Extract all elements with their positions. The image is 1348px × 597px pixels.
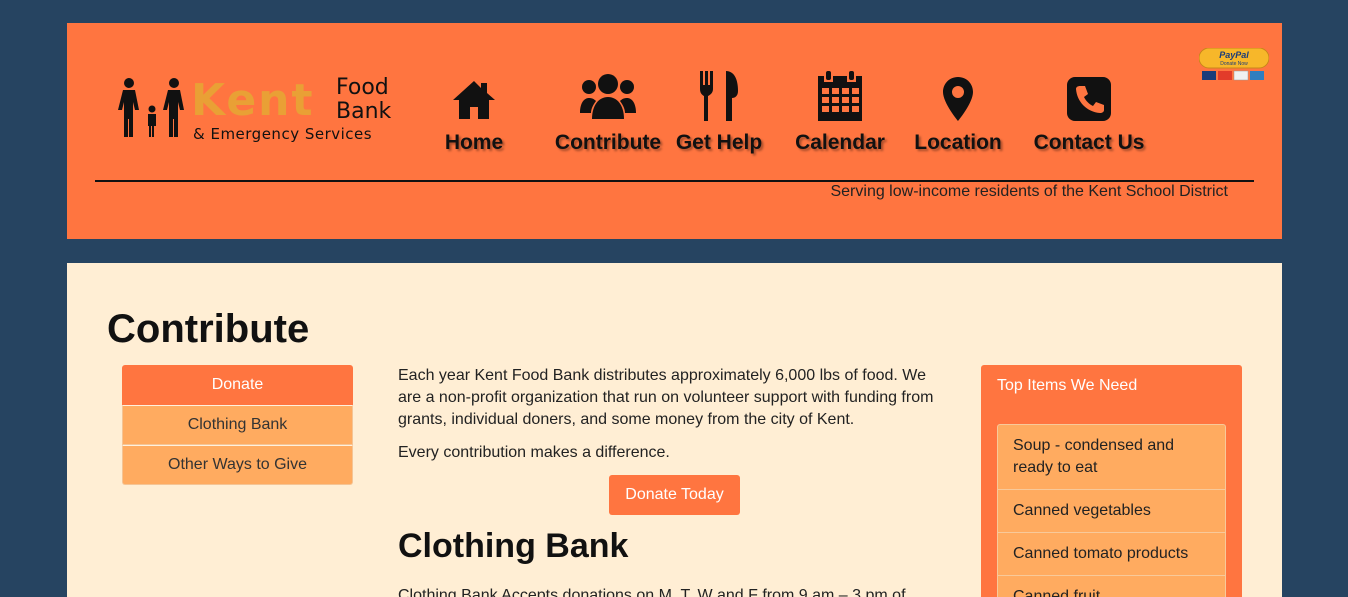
list-item: Canned fruit (997, 576, 1226, 597)
page-title: Contribute (107, 307, 310, 351)
phone-icon (1067, 77, 1111, 121)
sidebar-item-other-ways[interactable]: Other Ways to Give (122, 445, 353, 485)
intro-paragraph: Each year Kent Food Bank distributes app… (398, 367, 934, 428)
sidebar-item-clothing-bank[interactable]: Clothing Bank (122, 405, 353, 445)
logo-food: Food (336, 75, 389, 100)
map-marker-icon (943, 77, 973, 121)
header-divider (95, 180, 1254, 182)
list-item: Canned vegetables (997, 490, 1226, 533)
top-needs-title: Top Items We Need (997, 377, 1138, 394)
site-tagline: Serving low-income residents of the Kent… (830, 183, 1228, 200)
article: Each year Kent Food Bank distributes app… (398, 365, 953, 597)
sidebar-item-donate[interactable]: Donate (122, 365, 353, 405)
list-item: Soup - condensed and ready to eat (997, 424, 1226, 490)
nav-contact[interactable]: Contact Us (1033, 67, 1145, 155)
site-logo[interactable]: Kent Food Bank & Emergency Services (117, 75, 417, 145)
utensils-icon (700, 71, 738, 121)
paypal-action-text: Donate Now (1220, 61, 1248, 67)
logo-subtitle: & Emergency Services (193, 125, 373, 143)
users-icon (580, 74, 636, 119)
logo-bank: Bank (336, 99, 392, 124)
list-item: Canned tomato products (997, 533, 1226, 576)
nav-home[interactable]: Home (444, 67, 504, 155)
nav-contribute-label: Contribute (554, 131, 662, 154)
nav-get-help-label: Get Help (675, 131, 763, 154)
paypal-brand-text: PayPal (1219, 50, 1249, 60)
nav-contribute[interactable]: Contribute (554, 67, 662, 155)
nav-get-help[interactable]: Get Help (673, 67, 765, 155)
clothing-bank-heading: Clothing Bank (398, 527, 629, 565)
site-header: Kent Food Bank & Emergency Services Home (67, 23, 1282, 239)
family-icon (118, 78, 184, 137)
contribution-paragraph: Every contribution makes a difference. (398, 444, 670, 461)
top-needs-panel: Top Items We Need Soup - condensed and r… (981, 365, 1242, 597)
home-icon (453, 81, 495, 119)
clothing-bank-text: Clothing Bank Accepts donations on M, T,… (398, 587, 906, 597)
main-content: Contribute Donate Clothing Bank Other Wa… (67, 263, 1282, 597)
nav-contact-label: Contact Us (1033, 131, 1145, 154)
top-needs-list: Soup - condensed and ready to eat Canned… (997, 424, 1226, 597)
nav-location-label: Location (914, 131, 1002, 154)
logo-kent: Kent (191, 75, 315, 126)
nav-location[interactable]: Location (913, 67, 1003, 155)
calendar-icon (818, 71, 862, 121)
donate-today-button[interactable]: Donate Today (609, 475, 740, 515)
nav-home-label: Home (444, 131, 504, 154)
sidebar-nav: Donate Clothing Bank Other Ways to Give (122, 365, 353, 485)
nav-calendar-label: Calendar (795, 131, 885, 154)
nav-calendar[interactable]: Calendar (794, 67, 886, 155)
paypal-donate-button[interactable]: PayPal Donate Now (1199, 48, 1269, 82)
